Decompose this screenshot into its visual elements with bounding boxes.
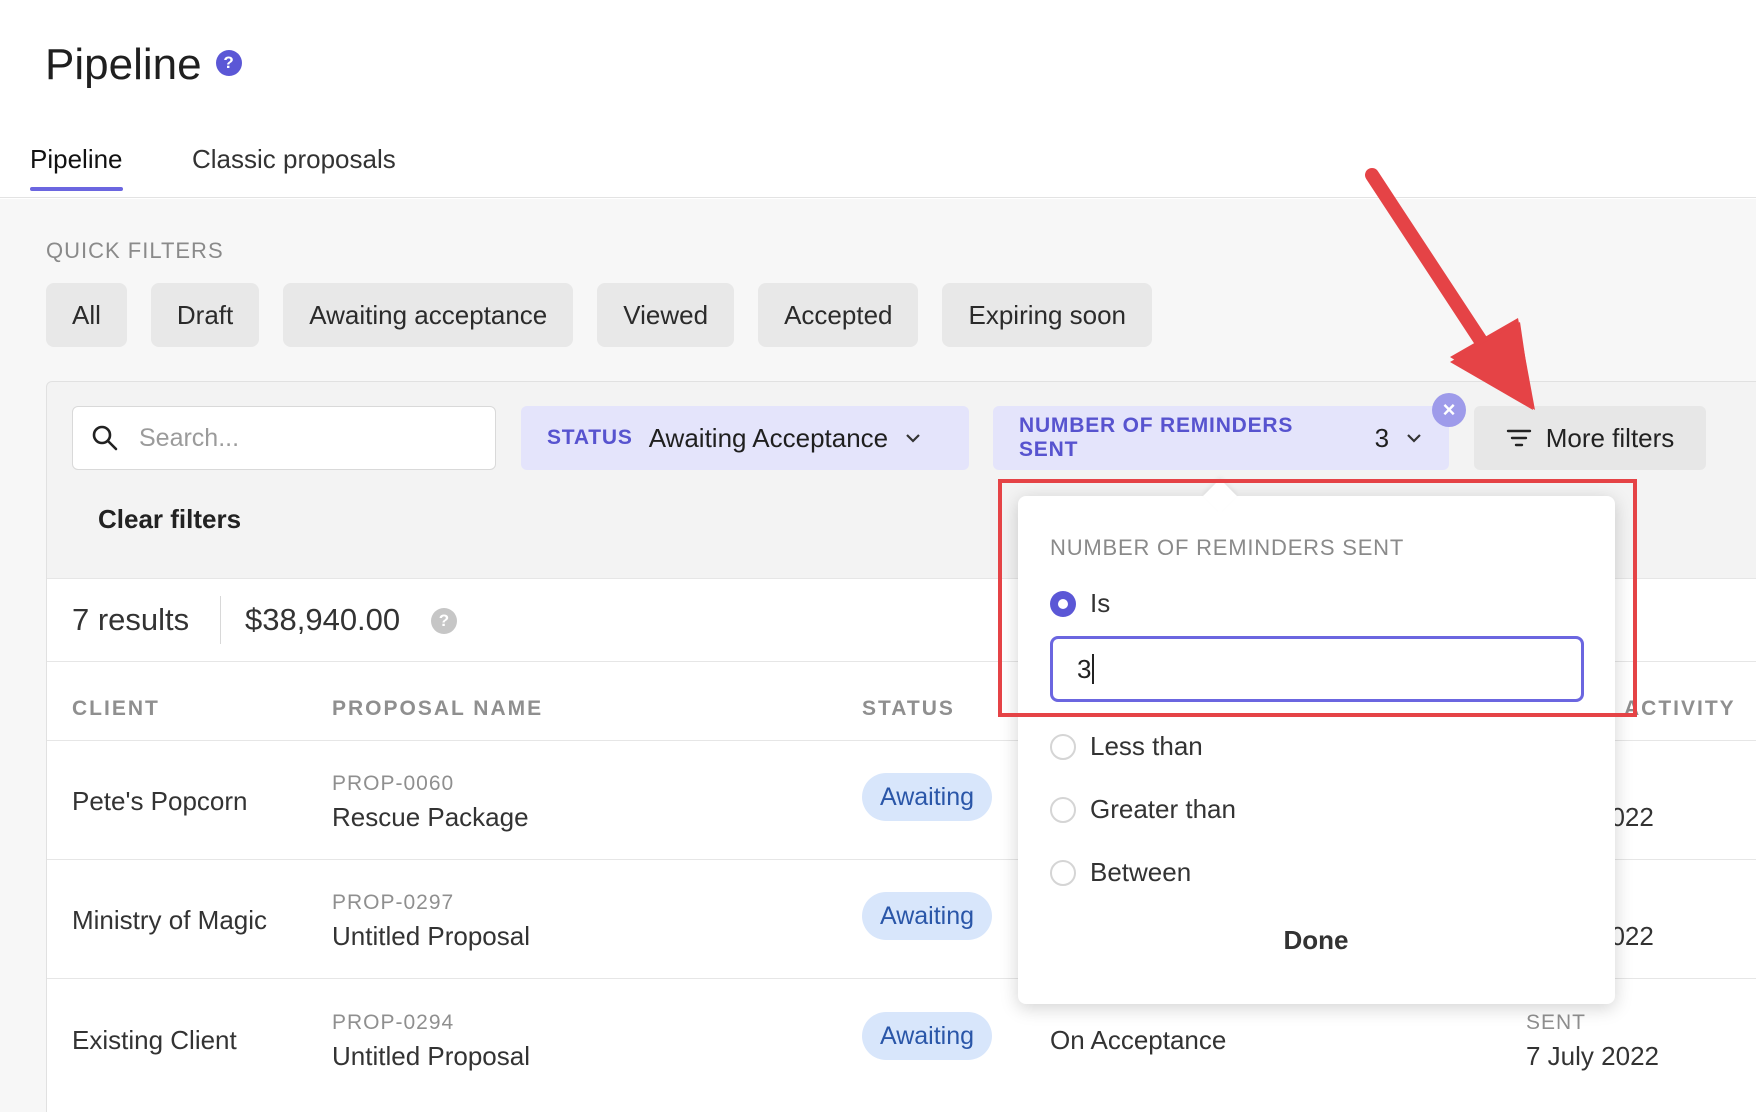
proposal-name[interactable]: Untitled Proposal bbox=[332, 1041, 530, 1072]
radio-icon[interactable] bbox=[1050, 796, 1076, 823]
client-name: Pete's Popcorn bbox=[72, 786, 248, 816]
input-value: 3 bbox=[1077, 653, 1092, 684]
remove-filter-icon[interactable]: × bbox=[1432, 393, 1466, 427]
search-input[interactable] bbox=[139, 423, 459, 453]
column-header-status[interactable]: STATUS bbox=[862, 697, 955, 721]
help-icon[interactable]: ? bbox=[215, 50, 242, 76]
more-filters-button[interactable]: More filters bbox=[1474, 406, 1706, 470]
quick-filter-expiring-soon[interactable]: Expiring soon bbox=[942, 283, 1153, 347]
proposal-name[interactable]: Rescue Package bbox=[332, 802, 529, 833]
activity-date: 7 July 2022 bbox=[1526, 1041, 1659, 1071]
quick-filter-awaiting-acceptance[interactable]: Awaiting acceptance bbox=[283, 283, 574, 347]
reminders-value-input[interactable]: 3 bbox=[1050, 636, 1584, 702]
radio-icon[interactable] bbox=[1050, 859, 1076, 886]
option-label: Between bbox=[1090, 857, 1192, 887]
client-name: Ministry of Magic bbox=[72, 905, 268, 935]
option-between[interactable]: Between bbox=[1050, 857, 1191, 888]
status-filter-value: Awaiting Acceptance bbox=[648, 422, 889, 453]
help-icon[interactable]: ? bbox=[431, 608, 457, 634]
status-badge: Awaiting bbox=[862, 892, 993, 940]
quick-filters: All Draft Awaiting acceptance Viewed Acc… bbox=[46, 283, 1153, 347]
chevron-down-icon bbox=[906, 434, 920, 443]
status-filter-key: STATUS bbox=[547, 426, 633, 449]
radio-checked-icon[interactable] bbox=[1050, 590, 1076, 617]
client-name: Existing Client bbox=[72, 1025, 237, 1055]
option-label: Less than bbox=[1090, 731, 1203, 761]
quick-filter-all[interactable]: All bbox=[46, 283, 127, 347]
status-badge: Awaiting bbox=[862, 773, 993, 821]
option-is[interactable]: Is bbox=[1050, 588, 1110, 619]
more-filters-label: More filters bbox=[1545, 422, 1675, 453]
status-badge: Awaiting bbox=[862, 1012, 993, 1060]
popover-title: NUMBER OF REMINDERS SENT bbox=[1050, 535, 1405, 560]
done-button[interactable]: Done bbox=[1246, 920, 1386, 960]
page-title: Pipeline ? bbox=[45, 40, 242, 90]
tabs-bar: Pipeline Classic proposals bbox=[0, 140, 1756, 198]
column-header-activity[interactable]: ACTIVITY bbox=[1624, 697, 1736, 721]
status-filter[interactable]: STATUS Awaiting Acceptance bbox=[521, 406, 969, 470]
reminders-filter-value: 3 bbox=[1374, 422, 1390, 453]
tab-pipeline[interactable]: Pipeline bbox=[30, 144, 123, 191]
column-header-client[interactable]: CLIENT bbox=[72, 697, 160, 721]
results-total: $38,940.00 bbox=[245, 602, 401, 637]
search-icon bbox=[92, 425, 118, 451]
proposal-id: PROP-0060 bbox=[332, 772, 455, 795]
reminders-filter-key: NUMBER OF REMINDERS SENT bbox=[1019, 414, 1294, 461]
divider bbox=[220, 596, 221, 644]
reminders-filter[interactable]: NUMBER OF REMINDERS SENT 3 bbox=[993, 406, 1449, 470]
tab-classic-proposals[interactable]: Classic proposals bbox=[192, 144, 396, 191]
payment-status: On Acceptance bbox=[1050, 1025, 1227, 1055]
search-box[interactable] bbox=[72, 406, 496, 470]
column-header-proposal-name[interactable]: PROPOSAL NAME bbox=[332, 697, 543, 721]
activity-label: SENT bbox=[1526, 1011, 1587, 1034]
quick-filters-label: QUICK FILTERS bbox=[46, 238, 224, 263]
quick-filter-viewed[interactable]: Viewed bbox=[597, 283, 735, 347]
option-less-than[interactable]: Less than bbox=[1050, 731, 1203, 762]
text-caret bbox=[1092, 654, 1095, 684]
proposal-id: PROP-0294 bbox=[332, 1011, 455, 1034]
chevron-down-icon bbox=[1407, 434, 1421, 443]
quick-filter-accepted[interactable]: Accepted bbox=[758, 283, 919, 347]
filter-icon bbox=[1506, 429, 1531, 447]
quick-filter-draft[interactable]: Draft bbox=[150, 283, 260, 347]
radio-icon[interactable] bbox=[1050, 733, 1076, 760]
proposal-name[interactable]: Untitled Proposal bbox=[332, 921, 530, 952]
results-count: 7 results bbox=[72, 602, 190, 637]
option-label: Is bbox=[1090, 588, 1111, 618]
page-title-text: Pipeline bbox=[45, 40, 202, 89]
option-label: Greater than bbox=[1090, 794, 1236, 824]
clear-filters-button[interactable]: Clear filters bbox=[98, 504, 241, 535]
option-greater-than[interactable]: Greater than bbox=[1050, 794, 1236, 825]
proposal-id: PROP-0297 bbox=[332, 891, 455, 914]
